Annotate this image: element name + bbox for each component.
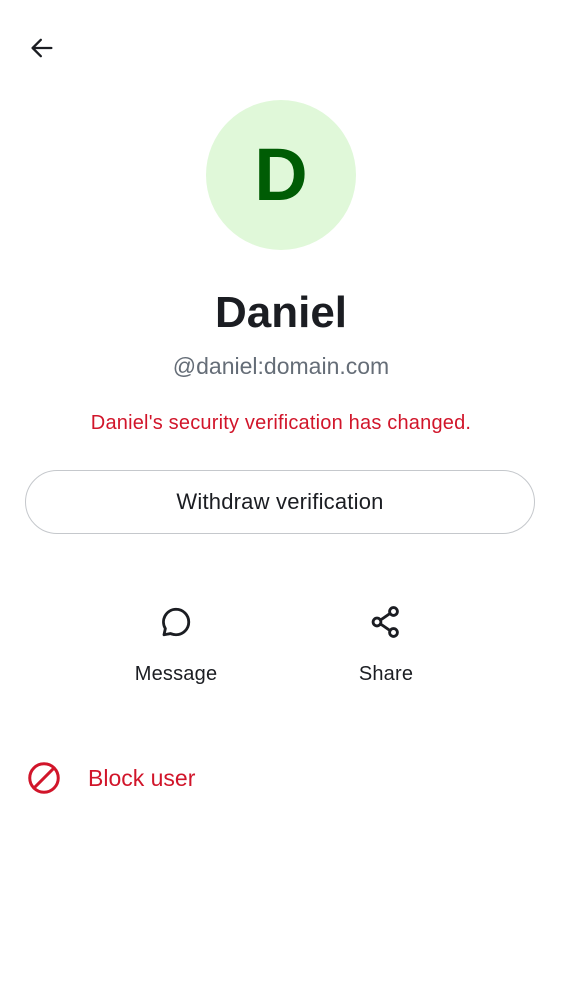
message-action[interactable]: Message (106, 598, 246, 698)
chat-bubble-icon (152, 598, 200, 646)
verification-warning: Daniel's security verification has chang… (90, 412, 472, 434)
share-label: Share (358, 663, 414, 685)
block-icon (24, 758, 64, 798)
share-icon (362, 598, 410, 646)
user-id: @daniel:domain.com (172, 353, 390, 379)
share-action[interactable]: Share (316, 598, 456, 698)
display-name: Daniel (214, 288, 348, 337)
back-button[interactable] (20, 28, 64, 72)
block-user-button[interactable]: Block user (24, 750, 538, 806)
avatar-initial: D (254, 133, 308, 216)
avatar: D (206, 100, 356, 250)
withdraw-verification-button[interactable]: Withdraw verification (25, 470, 535, 534)
block-user-label: Block user (88, 764, 196, 791)
message-label: Message (134, 663, 218, 685)
arrow-left-icon (28, 34, 56, 67)
